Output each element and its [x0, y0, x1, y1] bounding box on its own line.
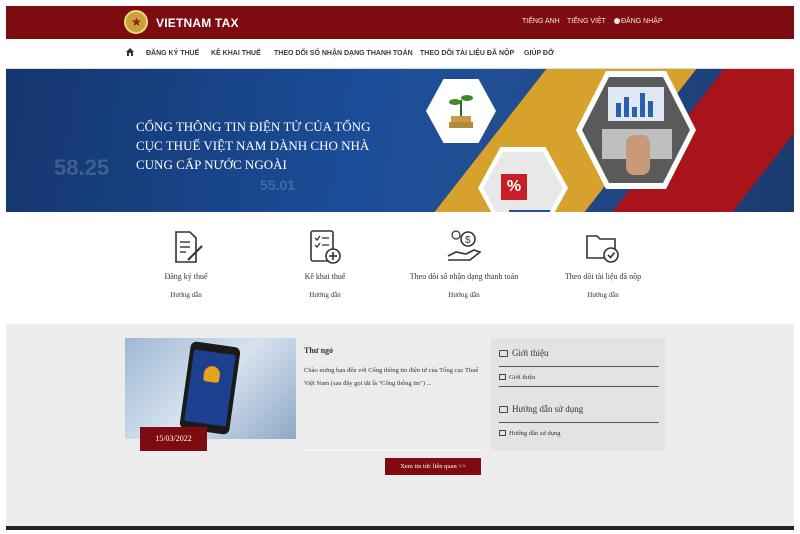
book-icon: [499, 374, 506, 380]
star-icon: ★: [131, 15, 142, 29]
lang-english-link[interactable]: TIẾNG ANH: [522, 18, 560, 25]
divider: [499, 422, 659, 423]
sidebar-heading-label: Hướng dẫn sử dụng: [512, 404, 584, 414]
top-bar: ★ VIETNAM TAX TIẾNG ANH TIẾNG VIỆT ĐĂNG …: [6, 6, 794, 39]
phone-icon: [179, 340, 241, 436]
login-label: ĐĂNG NHẬP: [621, 18, 663, 25]
divider: [304, 450, 482, 451]
plant-coins-icon: [449, 95, 473, 128]
feature-guide-link[interactable]: Hướng dẫn: [106, 291, 266, 299]
percent-icon: %: [501, 174, 527, 200]
feature-label: Kê khai thuế: [304, 272, 346, 281]
divider: [499, 386, 659, 387]
nav-item-payment-id-tracking[interactable]: THEO DÕI SỐ NHẬN DẠNG THANH TOÁN: [274, 50, 413, 57]
money-hand-icon: $: [447, 230, 482, 261]
user-icon: [614, 18, 620, 24]
feature-label: Theo dõi số nhận dạng thanh toán: [409, 272, 519, 281]
svg-text:$: $: [465, 235, 471, 246]
footer-strip: [6, 526, 794, 530]
sidebar-heading-introduction[interactable]: Giới thiệu: [499, 348, 549, 358]
hand-icon: [626, 135, 650, 175]
sidebar: Giới thiệu Giới thiệu Hướng dẫn sử dụng …: [491, 338, 665, 450]
nav-item-tax-declaration[interactable]: KÊ KHAI THUẾ: [211, 50, 261, 57]
nav-item-tax-registration[interactable]: ĐĂNG KÝ THUẾ: [146, 50, 199, 57]
feature-strip: Đăng ký thuế Hướng dẫn Kê khai thuế Hướn…: [6, 212, 794, 324]
news-date-badge: 15/03/2022: [140, 427, 207, 451]
sidebar-heading-user-guide[interactable]: Hướng dẫn sử dụng: [499, 404, 583, 414]
feature-label: Đăng ký thuế: [164, 272, 208, 281]
sidebar-item-user-guide[interactable]: Hướng dẫn sử dụng: [499, 430, 560, 437]
feature-payment-id-tracking[interactable]: $ Theo dõi số nhận dạng thanh toán Hướng…: [384, 228, 544, 299]
lang-vietnamese-link[interactable]: TIẾNG VIỆT: [567, 18, 606, 25]
news-description: Chào mừng bạn đến với Cổng thông tin điệ…: [304, 367, 479, 387]
sidebar-item-introduction[interactable]: Giới thiệu: [499, 374, 535, 381]
news-title[interactable]: Thư ngỏ: [304, 346, 484, 355]
feature-label: Theo dõi tài liệu đã nộp: [564, 272, 642, 281]
book-icon: [499, 430, 506, 436]
checklist-add-icon: [310, 230, 341, 264]
folder-icon: [499, 350, 508, 357]
bell-icon: [202, 365, 221, 384]
nav-item-help[interactable]: GIÚP ĐỠ: [524, 50, 554, 57]
folder-check-icon: [586, 235, 619, 263]
banner-number: 58.25: [54, 155, 110, 180]
sidebar-item-label: Hướng dẫn sử dụng: [509, 430, 561, 437]
hero-banner: 58.25 55.01 Cổng thông tin điện tử của T…: [6, 69, 794, 212]
sidebar-item-label: Giới thiệu: [509, 374, 536, 381]
feature-tax-registration[interactable]: Đăng ký thuế Hướng dẫn: [106, 228, 266, 299]
nav-item-submitted-docs-tracking[interactable]: THEO DÕI TÀI LIỆU ĐÃ NỘP: [420, 50, 514, 57]
plant-coins-image: [426, 79, 496, 143]
feature-tax-declaration[interactable]: Kê khai thuế Hướng dẫn: [245, 228, 405, 299]
banner-number: 55.01: [260, 177, 296, 193]
chart-screen-icon: [608, 87, 664, 121]
page: ★ VIETNAM TAX TIẾNG ANH TIẾNG VIỆT ĐĂNG …: [6, 6, 794, 530]
vietnam-tax-logo[interactable]: ★: [124, 10, 148, 34]
feature-guide-link[interactable]: Hướng dẫn: [384, 291, 544, 299]
divider: [499, 366, 659, 367]
brand-name[interactable]: VIETNAM TAX: [156, 16, 239, 30]
feature-guide-link[interactable]: Hướng dẫn: [523, 291, 683, 299]
feature-guide-link[interactable]: Hướng dẫn: [245, 291, 405, 299]
login-link[interactable]: ĐĂNG NHẬP: [614, 18, 663, 25]
news-thumbnail[interactable]: [125, 338, 296, 439]
banner-title: Cổng thông tin điện tử của Tổng cục Thuế…: [136, 119, 371, 172]
document-pen-icon: [175, 231, 203, 263]
content-area: 15/03/2022 Thư ngỏ Chào mừng bạn đến với…: [6, 324, 794, 530]
home-icon[interactable]: [126, 48, 134, 56]
main-nav: ĐĂNG KÝ THUẾ KÊ KHAI THUẾ THEO DÕI SỐ NH…: [6, 39, 794, 69]
sidebar-heading-label: Giới thiệu: [512, 348, 549, 358]
news-body: Thư ngỏ Chào mừng bạn đến với Cổng thông…: [304, 346, 484, 390]
related-news-button[interactable]: Xem tin tức liên quan >>: [385, 458, 481, 475]
feature-submitted-docs-tracking[interactable]: Theo dõi tài liệu đã nộp Hướng dẫn: [523, 228, 683, 299]
folder-icon: [499, 406, 508, 413]
